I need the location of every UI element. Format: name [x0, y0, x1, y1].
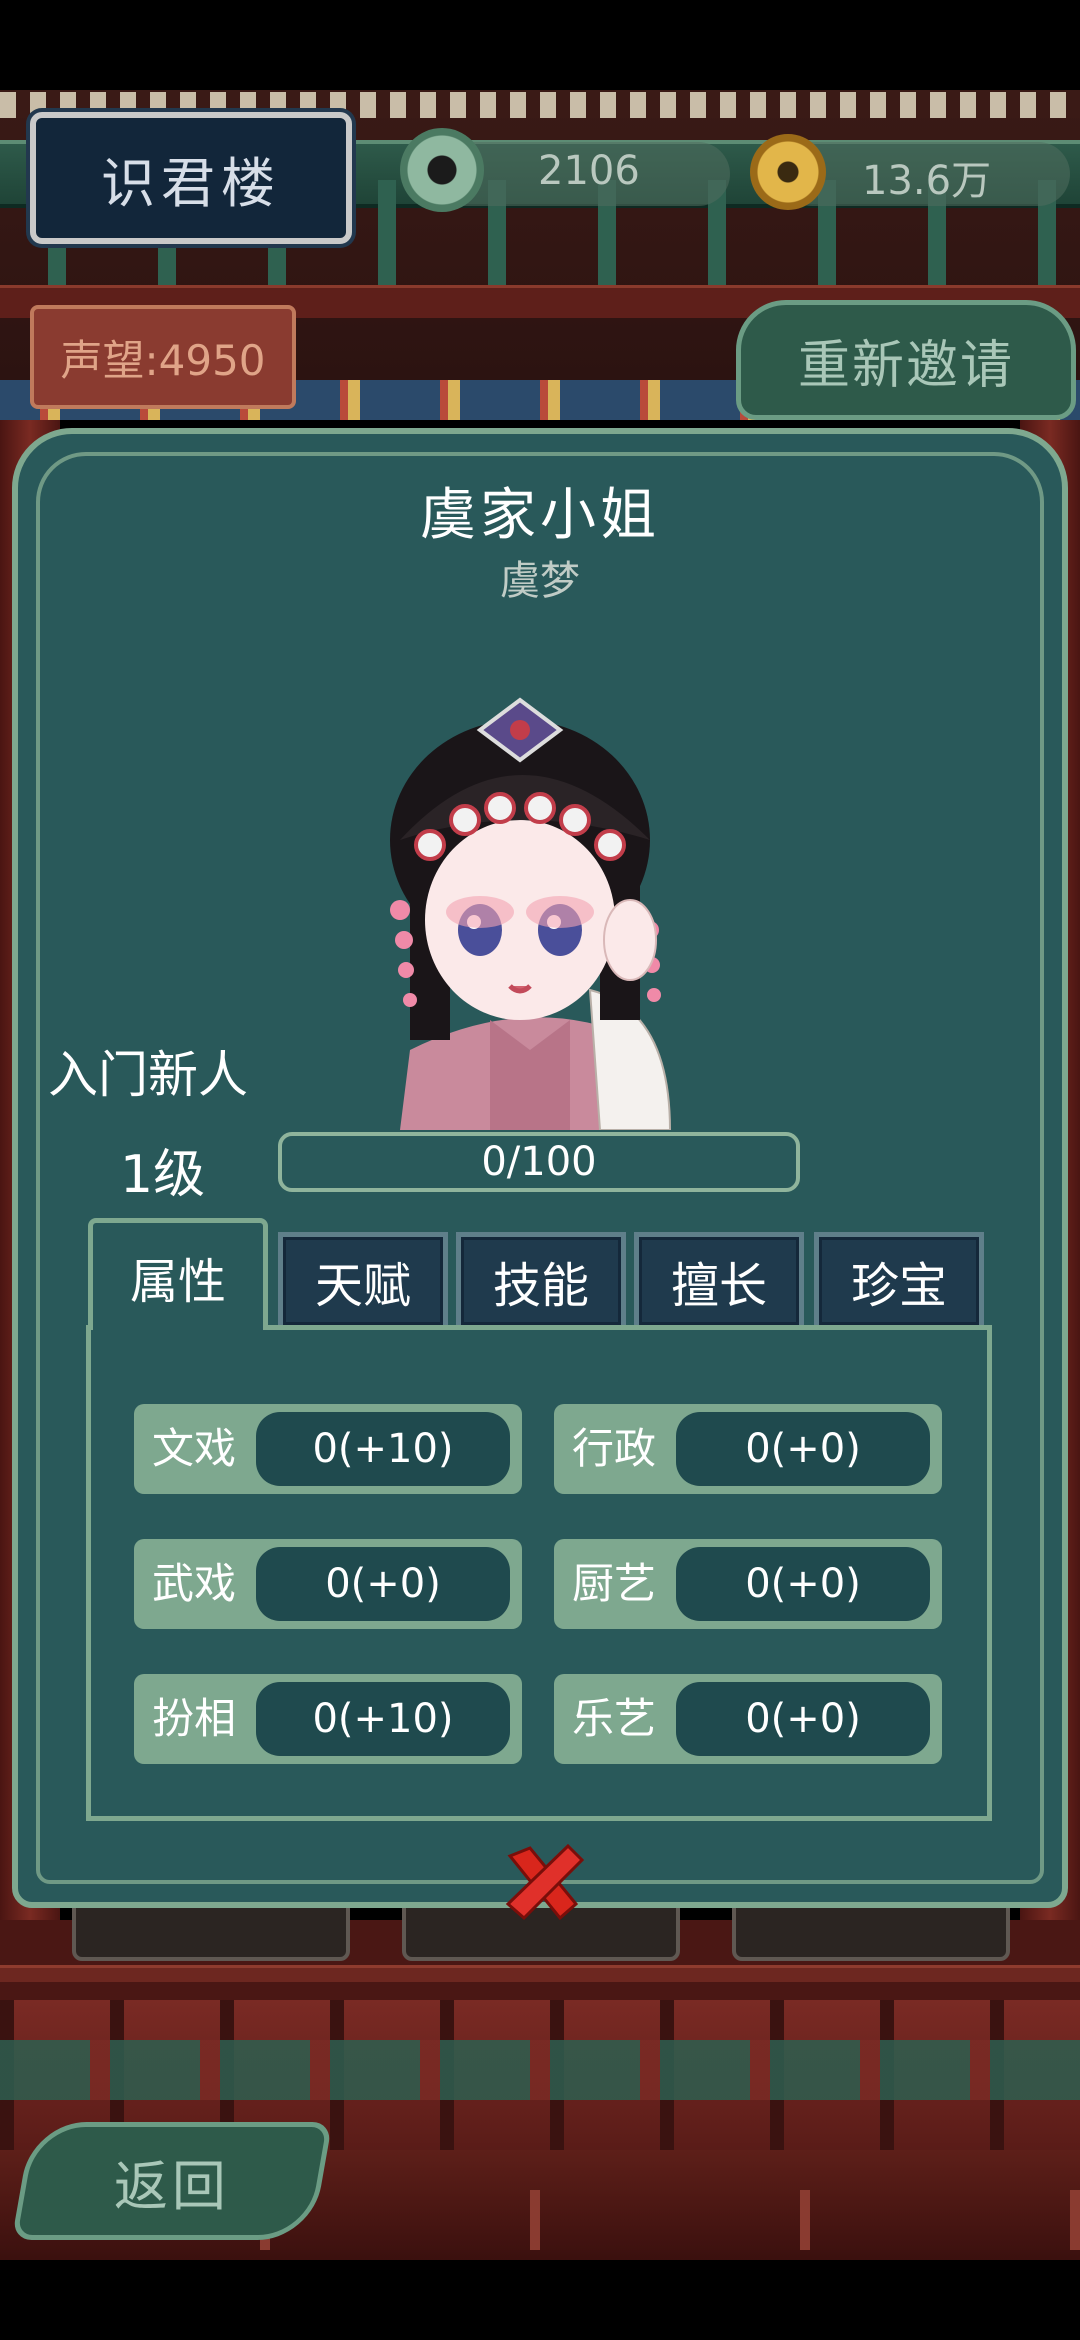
- stat-wenxi: 文戏 0(+10): [134, 1404, 522, 1494]
- back-label: 返回: [114, 2154, 230, 2218]
- stat-label: 武戏: [152, 1559, 237, 1608]
- tab-label: 擅长: [670, 1258, 767, 1314]
- stat-label: 乐艺: [572, 1694, 657, 1743]
- stat-yueyi: 乐艺 0(+0): [554, 1674, 942, 1764]
- stat-value: 0(+0): [676, 1682, 930, 1756]
- railing: [0, 1965, 1080, 1982]
- character-title: 虞家小姐: [420, 483, 660, 548]
- tab-label: 天赋: [314, 1258, 411, 1314]
- character-name: 虞梦: [500, 558, 580, 604]
- game-scene: 识君楼 2106 13.6万 声望:4950 重新邀请 虞家小姐 虞梦 入门新人…: [0, 0, 1080, 2340]
- stat-chuyi: 厨艺 0(+0): [554, 1539, 942, 1629]
- stat-value: 0(+0): [676, 1547, 930, 1621]
- stat-value: 0(+0): [256, 1547, 510, 1621]
- stat-value: 0(+10): [256, 1412, 510, 1486]
- tab-label: 珍宝: [850, 1258, 947, 1314]
- stat-wuxi: 武戏 0(+0): [134, 1539, 522, 1629]
- level-label: 1级: [120, 1145, 206, 1205]
- reinvite-button[interactable]: 重新邀请: [736, 300, 1076, 420]
- fame-display: 声望:4950: [30, 305, 296, 409]
- tab-treasures[interactable]: 珍宝: [814, 1232, 984, 1330]
- experience-text: 0/100: [481, 1139, 597, 1185]
- back-button[interactable]: 返回: [11, 2122, 333, 2240]
- reinvite-label: 重新邀请: [797, 335, 1014, 396]
- stat-label: 厨艺: [572, 1559, 657, 1608]
- gold-coin-icon: [750, 134, 826, 210]
- stat-label: 行政: [572, 1424, 657, 1473]
- rank-title: 入门新人: [48, 1046, 248, 1104]
- location-title-plaque: 识君楼: [30, 112, 352, 244]
- lattice-inlay: [0, 2040, 1080, 2100]
- stat-label: 文戏: [152, 1424, 237, 1473]
- stat-value: 0(+10): [256, 1682, 510, 1756]
- stat-value: 0(+0): [676, 1412, 930, 1486]
- tab-attributes[interactable]: 属性: [88, 1218, 268, 1330]
- tab-label: 属性: [129, 1253, 226, 1310]
- tab-specialty[interactable]: 擅长: [634, 1232, 804, 1330]
- character-portrait: [390, 697, 672, 1130]
- gold-currency-value: 13.6万: [862, 158, 992, 204]
- jade-coin-icon: [400, 128, 484, 212]
- tab-talents[interactable]: 天赋: [278, 1232, 448, 1330]
- jade-currency-value: 2106: [538, 148, 640, 194]
- experience-bar: 0/100: [278, 1132, 800, 1192]
- tab-label: 技能: [492, 1258, 589, 1314]
- stat-xingzheng: 行政 0(+0): [554, 1404, 942, 1494]
- stat-banxiang: 扮相 0(+10): [134, 1674, 522, 1764]
- tab-skills[interactable]: 技能: [456, 1232, 626, 1330]
- fame-value: 声望:4950: [60, 335, 266, 385]
- stat-label: 扮相: [152, 1694, 237, 1743]
- location-title: 识君楼: [101, 151, 281, 215]
- close-x-icon[interactable]: [498, 1838, 588, 1928]
